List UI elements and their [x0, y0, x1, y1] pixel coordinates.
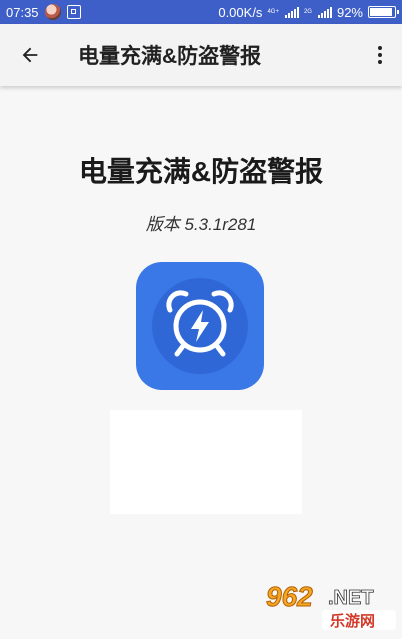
status-bar: 07:35 0.00K/s 4G+ 2G 92%: [0, 0, 402, 24]
alarm-clock-icon: [152, 278, 248, 374]
watermark-domain: .NET: [328, 587, 374, 609]
network-type-top: 4G+: [267, 9, 279, 15]
app-name-heading: 电量充满&防盗警报: [78, 156, 324, 187]
scan-notification-icon: [66, 5, 81, 19]
toolbar-title: 电量充满&防盗警报: [78, 45, 262, 68]
arrow-left-icon: [22, 47, 38, 63]
version-label: 版本 5.3.1r281: [145, 215, 257, 234]
app-toolbar: 电量充满&防盗警报: [0, 24, 402, 86]
battery-icon: [368, 6, 399, 18]
network-type-bottom: 2G: [303, 9, 312, 15]
watermark-number: 962: [266, 581, 313, 612]
watermark-cn-name: 乐游网: [330, 612, 375, 630]
status-time: 07:35: [6, 4, 39, 20]
placeholder-panel: [110, 410, 302, 514]
back-button[interactable]: [10, 35, 50, 75]
signal-icon-secondary: [317, 6, 332, 18]
more-options-button[interactable]: [370, 35, 390, 75]
more-vert-icon: [378, 46, 382, 50]
signal-icon: [284, 6, 299, 18]
battery-percent: 92%: [336, 4, 363, 20]
app-icon: [136, 262, 264, 390]
site-watermark-logo: 962 .NET 乐游网: [260, 578, 400, 634]
network-speed: 0.00K/s: [218, 4, 263, 20]
notification-avatar-icon: [44, 4, 61, 20]
